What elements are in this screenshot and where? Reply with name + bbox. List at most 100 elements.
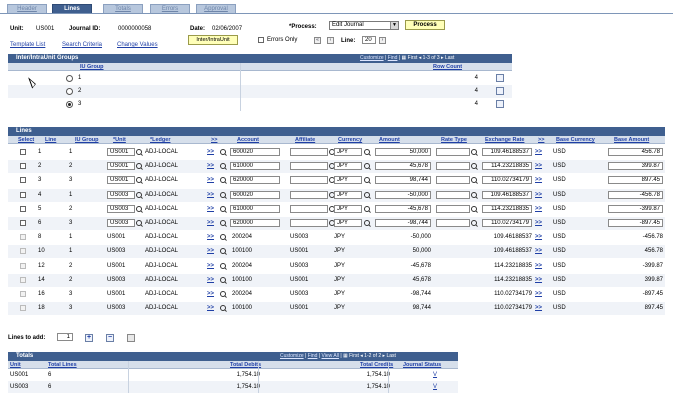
grid-view-icon[interactable]: ▦ [402, 55, 407, 61]
lines-col-8[interactable]: Currency [338, 136, 362, 144]
search-icon[interactable] [220, 262, 227, 270]
search-icon[interactable] [220, 177, 227, 184]
first-line-icon[interactable]: « [314, 37, 321, 44]
rate-type-input[interactable] [436, 162, 470, 171]
expand-arrows[interactable]: >> [207, 231, 214, 244]
search-icon[interactable] [136, 163, 143, 170]
search-icon[interactable] [220, 276, 227, 284]
tab-approval[interactable]: Approval [196, 4, 236, 13]
exchange-rate-input[interactable]: 109.46188537 [482, 148, 532, 156]
search-icon[interactable] [136, 191, 143, 199]
currency-input[interactable]: JPY [334, 148, 362, 156]
first-arrow-icon[interactable]: ◂ [419, 55, 422, 61]
unit-input[interactable]: US001 [107, 176, 135, 185]
add-row-icon[interactable] [496, 100, 504, 108]
iu-group-radio[interactable] [66, 101, 73, 108]
account-input[interactable]: 610000 [230, 204, 280, 213]
amount-input[interactable]: -50,000 [375, 190, 431, 199]
expand-arrows[interactable]: >> [535, 288, 542, 301]
search-icon[interactable] [220, 248, 227, 255]
unit-input[interactable]: US003 [107, 204, 135, 213]
totals-col-2[interactable]: Total Debits [230, 361, 261, 369]
amount-input[interactable]: 98,744 [375, 176, 431, 185]
next-arrow-icon[interactable]: ▸ [383, 353, 386, 359]
lines-col-7[interactable]: Affiliate [295, 136, 315, 144]
expand-arrows[interactable]: >> [535, 274, 542, 287]
expand-arrows[interactable]: >> [535, 245, 542, 258]
tab-header[interactable]: Header [7, 4, 47, 13]
errors-only-checkbox[interactable] [258, 37, 264, 43]
search-icon[interactable] [220, 220, 227, 227]
lines-col-2[interactable]: IU Group [75, 136, 99, 144]
totals-col-4[interactable]: Journal Status [403, 361, 441, 369]
lines-col-13[interactable]: Base Currency [556, 136, 595, 144]
iu-group-radio[interactable] [66, 88, 73, 95]
lines-col-10[interactable]: Rate Type [441, 136, 467, 144]
lines-col-11[interactable]: Exchange Rate [485, 136, 524, 144]
iu-find-link[interactable]: Find [388, 55, 398, 61]
search-icon[interactable] [364, 191, 371, 199]
account-input[interactable]: 600020 [230, 148, 280, 156]
base-amount-input[interactable]: -456.78 [608, 190, 663, 199]
search-icon[interactable] [471, 191, 478, 199]
affiliate-input[interactable] [290, 219, 328, 227]
expand-arrows[interactable]: >> [207, 174, 214, 187]
affiliate-input[interactable] [290, 148, 328, 156]
change-values-link[interactable]: Change Values [117, 42, 158, 48]
exchange-rate-input[interactable]: 114.23218835 [482, 204, 532, 213]
first-arrow-icon[interactable]: ◂ [360, 353, 363, 359]
lines-col-0[interactable]: Select [18, 136, 34, 144]
unit-input[interactable]: US001 [107, 162, 135, 171]
amount-input[interactable]: -98,744 [375, 219, 431, 227]
interintra-unit-button[interactable]: Inter/IntraUnit [188, 35, 238, 45]
add-row-icon[interactable] [496, 74, 504, 82]
prev-line-icon[interactable]: ‹ [327, 37, 334, 44]
exchange-rate-input[interactable]: 110.02734179 [482, 176, 532, 185]
search-icon[interactable] [136, 220, 143, 227]
tab-totals[interactable]: Totals [103, 4, 143, 13]
lines-col-3[interactable]: *Unit [113, 136, 126, 144]
iu-col-rowcount[interactable]: Row Count [433, 63, 462, 71]
grid-view-icon[interactable]: ▦ [343, 353, 348, 359]
expand-arrows[interactable]: >> [207, 203, 214, 216]
lines-col-12[interactable]: >> [538, 136, 544, 144]
select-checkbox[interactable] [20, 220, 26, 226]
iu-group-radio[interactable] [66, 75, 73, 82]
search-icon[interactable] [220, 291, 227, 298]
select-checkbox[interactable] [20, 205, 26, 212]
search-icon[interactable] [220, 149, 227, 156]
next-line-icon[interactable]: › [379, 37, 386, 44]
lines-to-add-input[interactable]: 1 [57, 333, 73, 341]
select-checkbox[interactable] [20, 163, 26, 170]
expand-arrows[interactable]: >> [535, 203, 542, 216]
currency-input[interactable]: JPY [334, 204, 362, 213]
currency-input[interactable]: JPY [334, 162, 362, 171]
expand-arrows[interactable]: >> [207, 288, 214, 301]
expand-arrows[interactable]: >> [207, 245, 214, 258]
affiliate-input[interactable] [290, 204, 328, 213]
currency-input[interactable]: JPY [334, 176, 362, 185]
line-input[interactable]: 20 [362, 36, 376, 44]
delete-lines-icon[interactable]: − [106, 334, 114, 342]
amount-input[interactable]: 50,000 [375, 148, 431, 156]
search-icon[interactable] [136, 149, 143, 156]
add-row-icon[interactable] [496, 87, 504, 95]
unit-input[interactable]: US003 [107, 190, 135, 199]
rate-type-input[interactable] [436, 148, 470, 156]
totals-col-1[interactable]: Total Lines [48, 361, 77, 369]
totals-customize-link[interactable]: Customize [280, 353, 304, 359]
account-input[interactable]: 620000 [230, 219, 280, 227]
expand-arrows[interactable]: >> [207, 160, 214, 173]
account-input[interactable]: 620000 [230, 176, 280, 185]
exchange-rate-input[interactable]: 109.46188537 [482, 190, 532, 199]
totals-find-link[interactable]: Find [308, 353, 318, 359]
calendar-icon[interactable] [127, 334, 135, 342]
search-icon[interactable] [364, 220, 371, 227]
affiliate-input[interactable] [290, 162, 328, 171]
currency-input[interactable]: JPY [334, 190, 362, 199]
base-amount-input[interactable]: 456.78 [608, 148, 663, 156]
expand-arrows[interactable]: >> [207, 260, 214, 273]
base-amount-input[interactable]: 399.87 [608, 162, 663, 171]
rate-type-input[interactable] [436, 219, 470, 227]
affiliate-input[interactable] [290, 190, 328, 199]
